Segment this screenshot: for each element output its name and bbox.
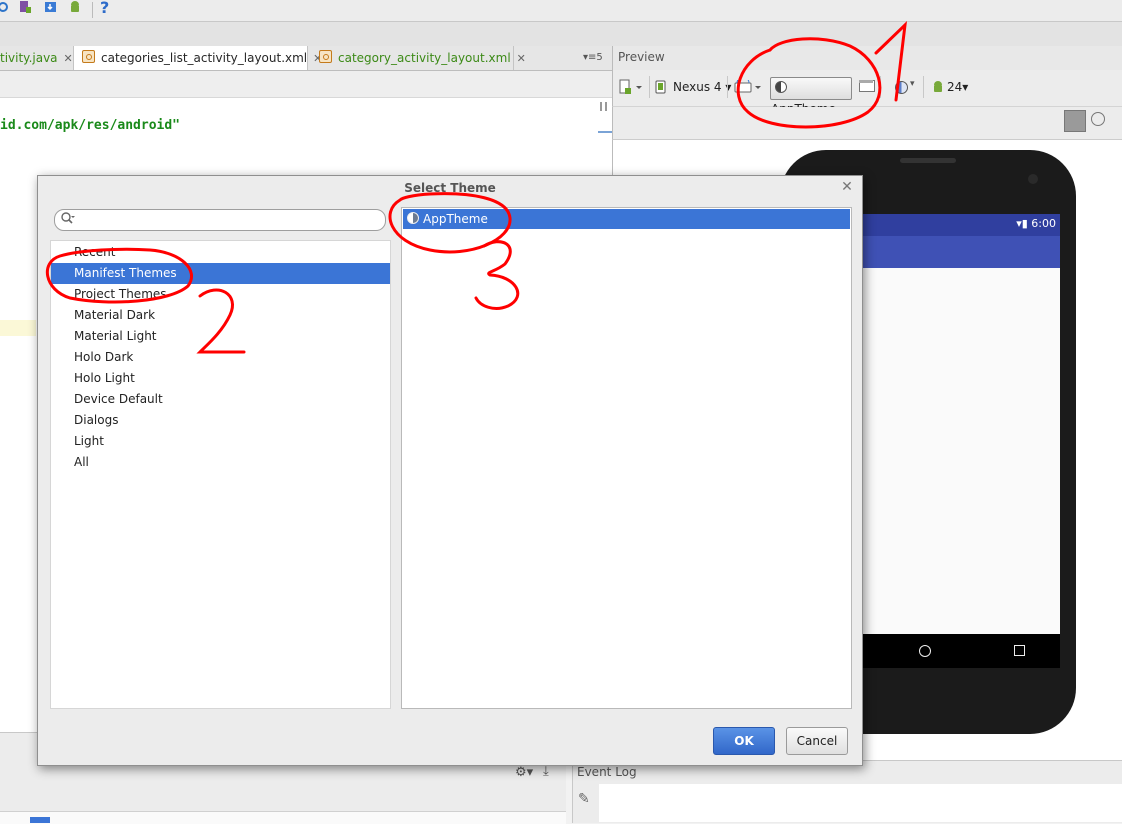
status-time: 6:00: [1031, 217, 1056, 230]
toolbar-divider: [649, 76, 650, 98]
avd-manager-icon[interactable]: [18, 0, 32, 14]
panel-content: [0, 811, 566, 824]
theme-category-list: Recent Manifest Themes Project Themes Ma…: [50, 240, 391, 709]
orientation-icon[interactable]: [733, 80, 763, 94]
category-item-holo-light[interactable]: Holo Light: [51, 368, 390, 389]
code-line: id.com/apk/res/android": [0, 118, 181, 133]
theme-selector-button[interactable]: AppTheme: [770, 77, 852, 116]
category-item-material-light[interactable]: Material Light: [51, 326, 390, 347]
category-item-recent[interactable]: Recent: [51, 242, 390, 263]
hide-panel-icon[interactable]: ⤓: [543, 764, 549, 779]
theme-search-input[interactable]: [54, 209, 386, 231]
home-icon: [919, 645, 931, 657]
tabs-overflow-button[interactable]: ▾≡5: [583, 46, 603, 70]
search-icon: [61, 212, 75, 224]
scroll-marker: [598, 131, 612, 133]
close-icon[interactable]: ✕: [838, 178, 856, 196]
theme-item-apptheme[interactable]: AppTheme: [403, 209, 850, 229]
phone-nav-bar: [858, 634, 1060, 668]
device-label: Nexus 4: [673, 80, 722, 94]
tab-category-layout[interactable]: category_activity_layout.xml ✕: [309, 46, 526, 70]
tabs-overflow-count: 5: [596, 52, 603, 63]
category-item-project-themes[interactable]: Project Themes: [51, 284, 390, 305]
tab-label: tivity.java: [0, 51, 58, 65]
battery-icon: ▮: [1021, 217, 1028, 230]
toolbar-divider: [727, 76, 728, 98]
close-icon[interactable]: ✕: [64, 52, 73, 65]
category-item-material-dark[interactable]: Material Dark: [51, 305, 390, 326]
category-item-manifest-themes[interactable]: Manifest Themes: [51, 263, 390, 284]
toolbar-divider: [92, 2, 93, 18]
tab-java[interactable]: tivity.java ✕: [0, 46, 74, 70]
navigation-bar: [0, 22, 1122, 47]
phone-camera: [1028, 174, 1038, 184]
api-level-label: 24: [947, 80, 963, 94]
main-toolbar: ?: [0, 0, 1122, 22]
app-bar: [858, 236, 1060, 268]
category-item-light[interactable]: Light: [51, 431, 390, 452]
category-item-holo-dark[interactable]: Holo Dark: [51, 347, 390, 368]
sdk-manager-icon[interactable]: [44, 0, 58, 14]
editor-tabs: tivity.java ✕ categories_list_activity_la…: [0, 46, 612, 71]
toolbar-divider: [880, 76, 881, 98]
dialog-title: Select Theme: [404, 181, 496, 195]
editor-breadcrumb-bar: [0, 71, 612, 98]
category-item-dialogs[interactable]: Dialogs: [51, 410, 390, 431]
event-log-content: [599, 784, 1122, 822]
preview-zoom-bar: [612, 107, 1122, 139]
toolbar-divider: [923, 76, 924, 98]
xml-file-icon: [82, 50, 95, 63]
phone-speaker: [900, 158, 956, 163]
category-item-device-default[interactable]: Device Default: [51, 389, 390, 410]
design-surface-icon[interactable]: [619, 79, 643, 95]
select-theme-dialog: Select Theme ✕ Recent Manifest Themes Pr…: [37, 175, 863, 766]
locale-icon[interactable]: [895, 81, 908, 94]
chevron-down-icon[interactable]: ▾: [910, 79, 915, 89]
android-icon[interactable]: [68, 0, 82, 14]
phone-screen: [858, 214, 1060, 634]
zoom-fit-icon[interactable]: [1064, 110, 1086, 132]
gear-icon[interactable]: ⚙▾: [515, 765, 533, 780]
sync-icon[interactable]: [0, 0, 14, 14]
tab-categories-list-layout[interactable]: categories_list_activity_layout.xml ✕: [74, 46, 322, 70]
wrench-icon[interactable]: ✎: [578, 791, 590, 807]
theme-list: AppTheme: [401, 207, 852, 709]
tab-label: category_activity_layout.xml: [338, 51, 511, 65]
zoom-actual-icon[interactable]: [1091, 112, 1105, 126]
recents-icon: [1014, 645, 1025, 656]
ok-button[interactable]: OK: [713, 727, 775, 755]
preview-header: Preview: [612, 46, 1122, 70]
android-version-icon[interactable]: [931, 80, 945, 94]
close-icon[interactable]: ✕: [517, 52, 526, 65]
event-log-title: Event Log: [577, 765, 637, 779]
theme-icon: [407, 212, 419, 224]
current-line-highlight: [0, 320, 36, 336]
theme-item-label: AppTheme: [423, 212, 488, 226]
category-item-all[interactable]: All: [51, 452, 390, 473]
preview-toolbar: Nexus 4 ▾ ▾ 24▾: [612, 70, 1122, 107]
cancel-button[interactable]: Cancel: [786, 727, 848, 755]
preview-title: Preview: [618, 50, 665, 64]
scroll-indicator: [30, 817, 50, 823]
pause-icon[interactable]: [600, 102, 607, 111]
api-level-selector[interactable]: 24▾: [947, 80, 968, 94]
status-icons: ▾▮ 6:00: [1016, 217, 1056, 230]
layout-variants-icon[interactable]: [856, 76, 876, 96]
xml-file-icon: [319, 50, 332, 63]
help-icon[interactable]: ?: [100, 0, 109, 17]
device-icon[interactable]: [655, 80, 667, 94]
tab-label: categories_list_activity_layout.xml: [101, 51, 308, 65]
status-bar: ▾▮ 6:00: [858, 214, 1060, 236]
device-selector[interactable]: Nexus 4 ▾: [673, 80, 731, 94]
theme-icon: [775, 81, 787, 93]
